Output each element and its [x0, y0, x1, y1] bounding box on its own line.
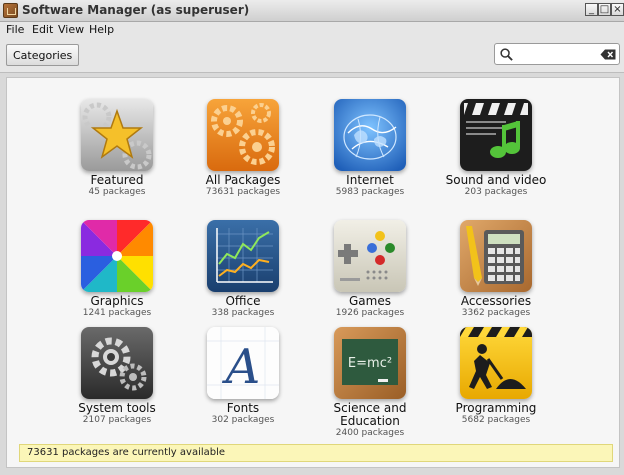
category-graphics[interactable]: Graphics 1241 packages	[57, 220, 177, 319]
window-title: Software Manager (as superuser)	[22, 3, 250, 17]
category-fonts[interactable]: A Fonts 302 packages	[183, 327, 303, 426]
category-label: Internet	[346, 173, 394, 187]
category-label: Office	[225, 294, 261, 308]
line-chart-icon	[207, 220, 279, 292]
category-count: 5983 packages	[335, 187, 405, 197]
category-label: Programming	[455, 401, 537, 415]
svg-text:A: A	[222, 339, 261, 395]
category-count: 73631 packages	[205, 187, 281, 197]
menu-edit[interactable]: Edit	[32, 23, 53, 36]
font-a-icon: A	[207, 327, 279, 399]
system-gear-icon	[81, 327, 153, 399]
category-count: 3362 packages	[461, 308, 531, 318]
category-label: Graphics	[90, 294, 144, 308]
category-count: 2400 packages	[335, 428, 405, 438]
category-label: Fonts	[226, 401, 260, 415]
menu-bar: File Edit View Help	[0, 22, 624, 39]
category-label: System tools	[78, 401, 156, 415]
categories-button[interactable]: Categories	[6, 44, 80, 66]
status-text: 73631 packages are currently available	[27, 447, 226, 458]
category-label: All Packages	[205, 173, 281, 187]
category-label: Sound and video	[445, 173, 547, 187]
category-count: 1926 packages	[335, 308, 405, 318]
minimize-button[interactable]: _	[585, 3, 598, 16]
category-count: 5682 packages	[461, 415, 531, 425]
category-count: 302 packages	[211, 415, 275, 425]
category-accessories[interactable]: Accessories 3362 packages	[436, 220, 556, 319]
category-games[interactable]: Games 1926 packages	[310, 220, 430, 319]
category-featured[interactable]: Featured 45 packages	[57, 99, 177, 198]
category-programming[interactable]: Programming 5682 packages	[436, 327, 556, 426]
category-all-packages[interactable]: All Packages 73631 packages	[183, 99, 303, 198]
search-box[interactable]	[494, 43, 620, 65]
music-clapper-icon	[460, 99, 532, 171]
search-icon	[500, 48, 513, 61]
construction-icon	[460, 327, 532, 399]
calculator-icon	[460, 220, 532, 292]
category-label: Featured	[90, 173, 144, 187]
category-label: Science and Education	[333, 401, 407, 428]
menu-file[interactable]: File	[6, 23, 24, 36]
category-count: 203 packages	[464, 187, 528, 197]
toolbar: Categories	[0, 39, 624, 73]
category-count: 45 packages	[88, 187, 146, 197]
svg-text:E=mc²: E=mc²	[348, 356, 392, 371]
status-bar: 73631 packages are currently available	[19, 444, 613, 462]
category-sound-and-video[interactable]: Sound and video 203 packages	[436, 99, 556, 198]
categories-panel: Featured 45 packages All Packages 73631 …	[6, 77, 620, 468]
chalkboard-icon: E=mc²	[334, 327, 406, 399]
gears-icon	[207, 99, 279, 171]
app-icon	[3, 3, 18, 18]
category-count: 2107 packages	[82, 415, 152, 425]
category-science-and-education[interactable]: E=mc² Science and Education 2400 package…	[310, 327, 430, 439]
category-label: Accessories	[460, 294, 532, 308]
search-input[interactable]	[516, 46, 596, 62]
category-internet[interactable]: Internet 5983 packages	[310, 99, 430, 198]
category-count: 338 packages	[211, 308, 275, 318]
clear-search-icon[interactable]	[600, 49, 616, 60]
menu-help[interactable]: Help	[89, 23, 114, 36]
maximize-button[interactable]: □	[598, 3, 611, 16]
category-system-tools[interactable]: System tools 2107 packages	[57, 327, 177, 426]
category-label: Games	[349, 294, 391, 308]
title-bar: Software Manager (as superuser) _ □ ×	[0, 0, 624, 22]
star-icon	[81, 99, 153, 171]
globe-icon	[334, 99, 406, 171]
category-office[interactable]: Office 338 packages	[183, 220, 303, 319]
menu-view[interactable]: View	[58, 23, 84, 36]
color-wheel-icon	[81, 220, 153, 292]
category-count: 1241 packages	[82, 308, 152, 318]
gamepad-icon	[334, 220, 406, 292]
close-button[interactable]: ×	[611, 3, 624, 16]
